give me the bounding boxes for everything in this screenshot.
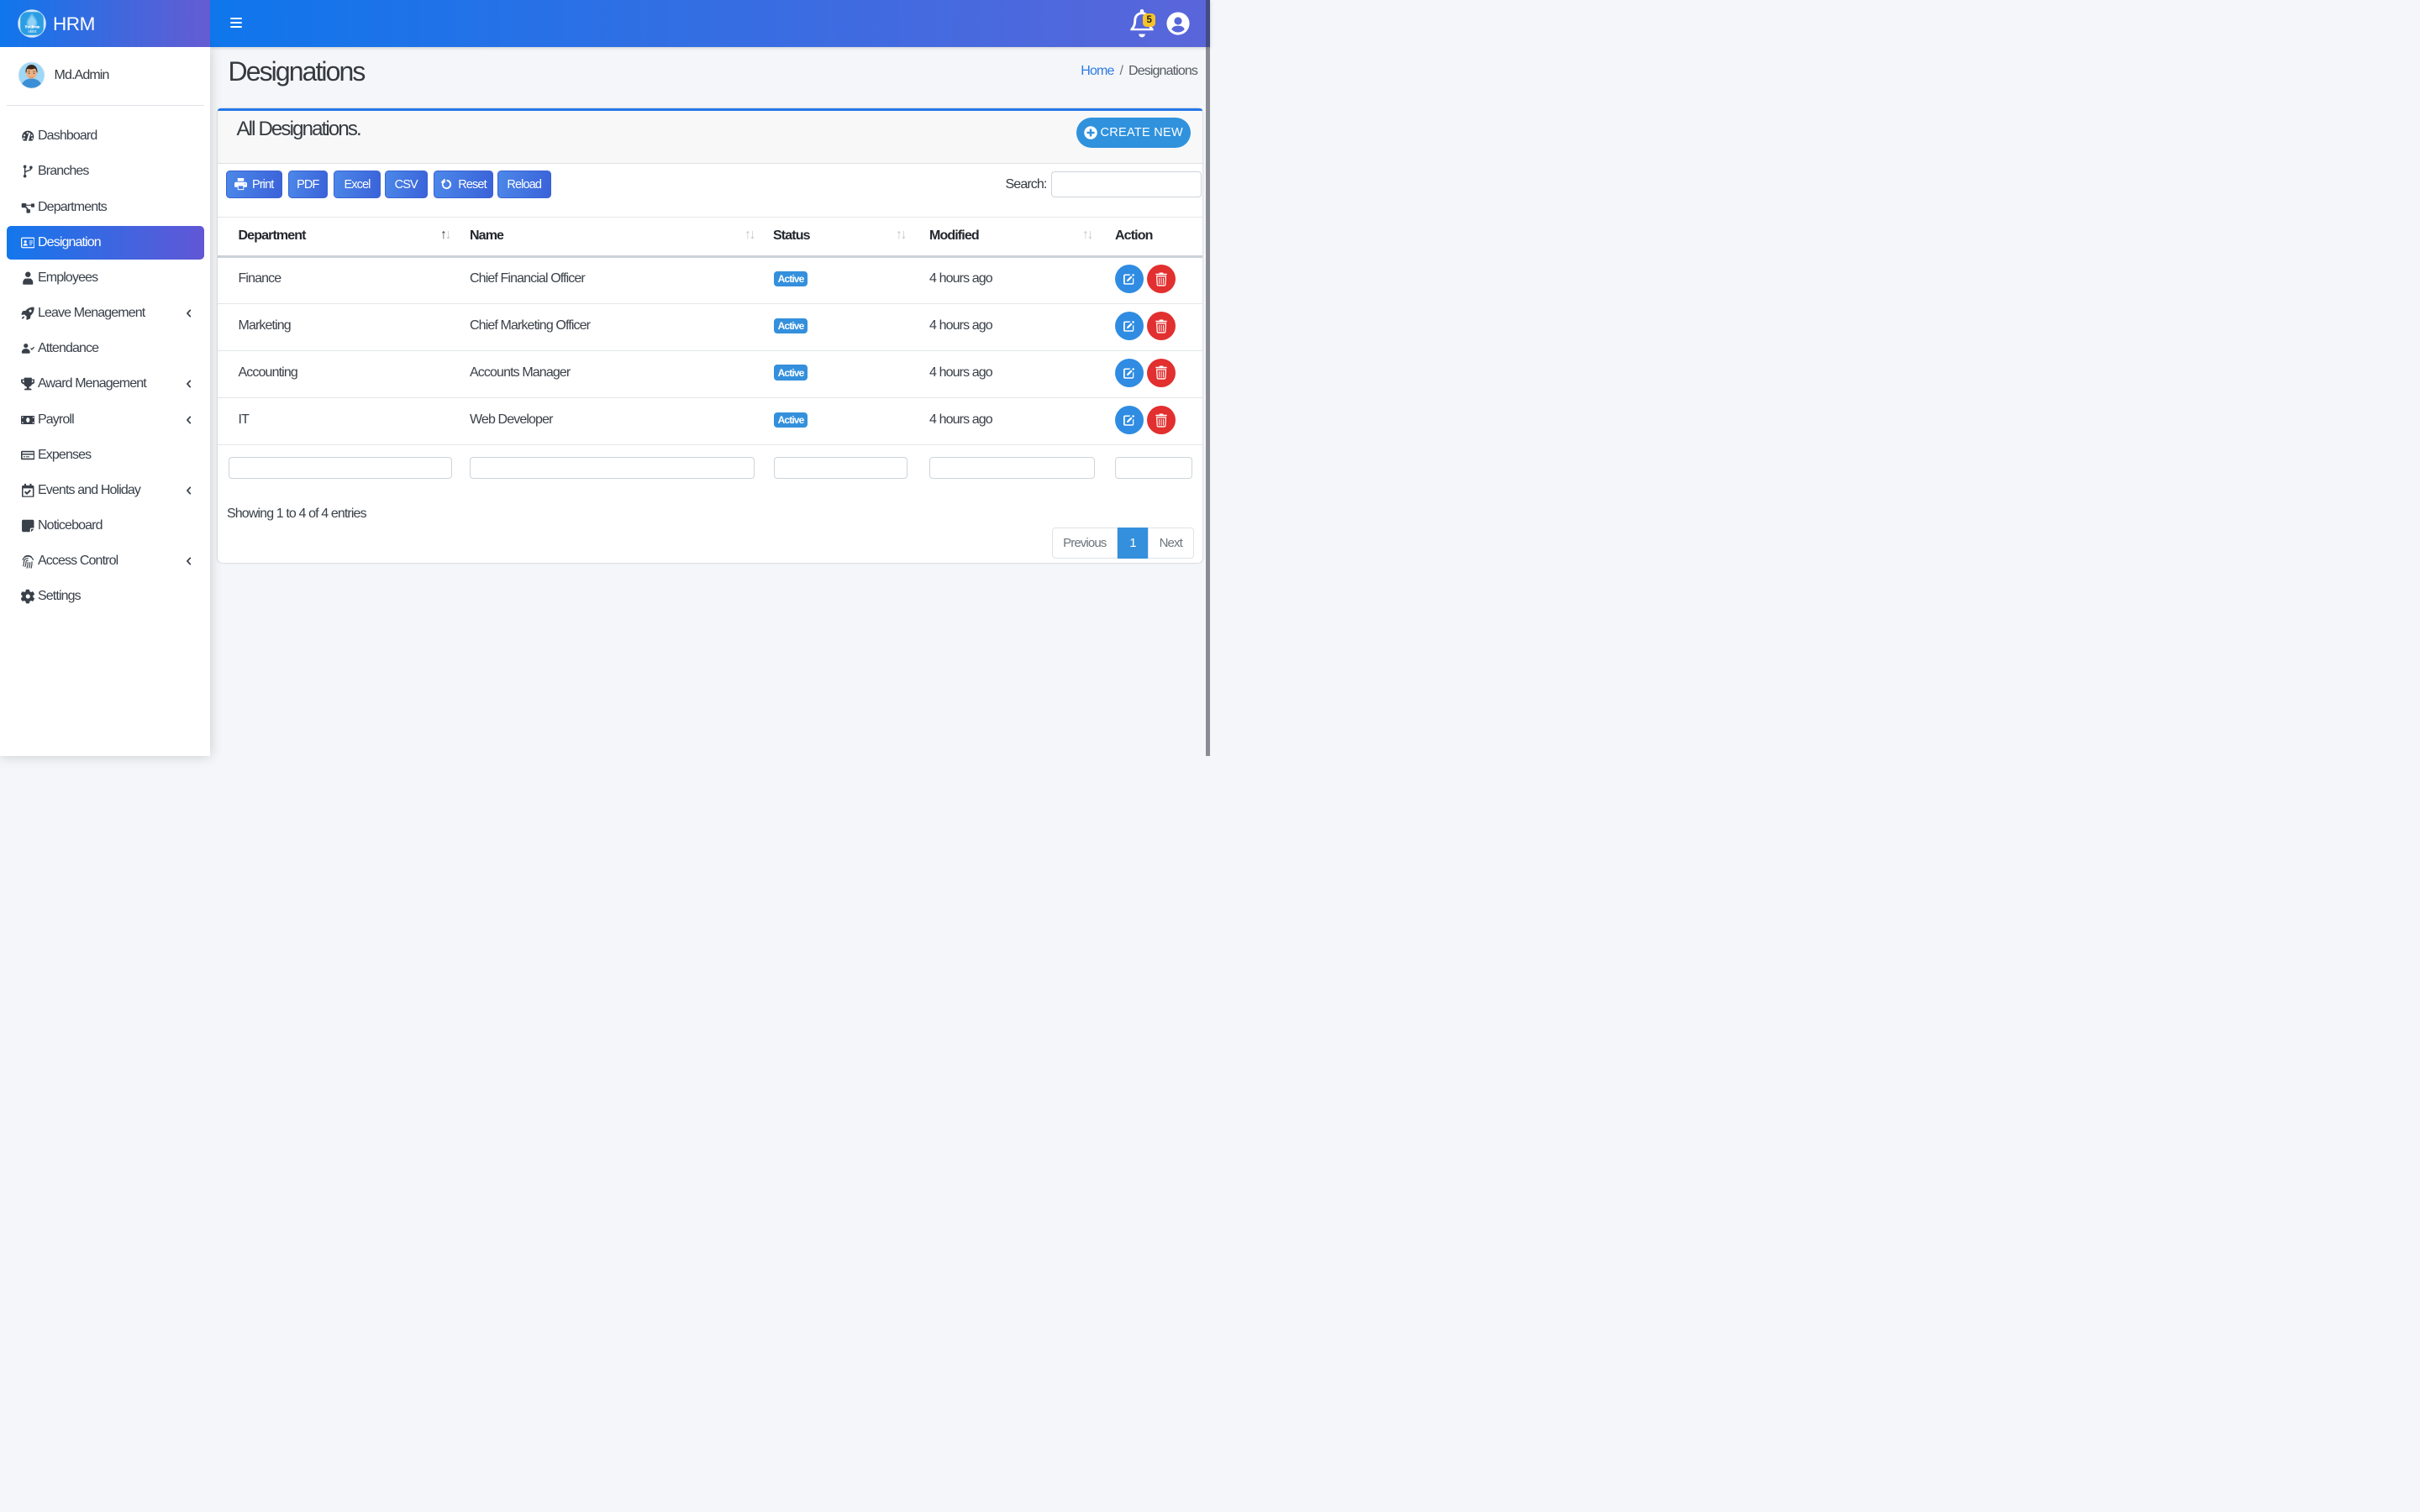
svg-text:The Ultimate: The Ultimate [24, 24, 40, 29]
svg-text:HRM: HRM [28, 29, 37, 34]
